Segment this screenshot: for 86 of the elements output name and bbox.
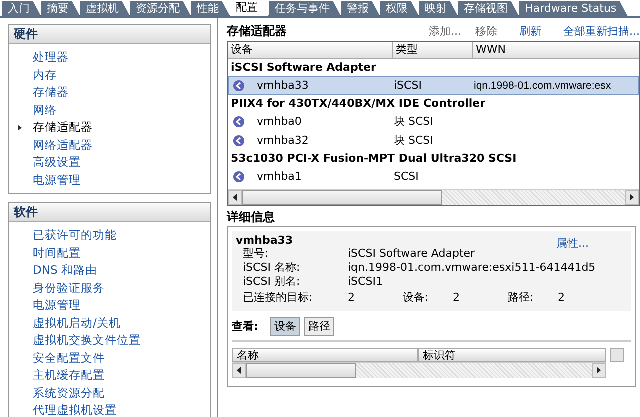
sidebar-item[interactable]: 身份验证服务 [33,280,210,297]
sidebar-item[interactable]: 网络 [33,102,210,119]
sidebar-item[interactable]: 处理器 [33,49,210,66]
sidebar-item[interactable]: 代理虚拟机设置 [33,402,210,417]
right-arrow-icon [630,194,634,201]
action-link[interactable]: 刷新 [520,24,542,38]
bullet-icon [18,125,22,131]
group-header: PIIX4 for 430TX/440BX/MX IDE Controller [230,96,487,112]
field-value: 2 [453,290,461,306]
panel-header: 软件 [9,203,210,222]
panel-header: 硬件 [9,25,210,44]
tab[interactable]: 虚拟机 [80,1,130,16]
table-cell-text: vmhba1 [257,170,303,183]
column-header[interactable]: 类型 [393,42,473,58]
field-value: iSCSI Software Adapter [348,247,476,261]
table-cell-text: 块 SCSI [394,133,434,148]
view-button[interactable]: 设备 [270,317,300,336]
properties-link[interactable]: 属性... [556,236,589,251]
table-row[interactable]: vmhba33 iSCSI iqn.1998-01.com.vmware:esx [228,76,639,95]
left-arrow-icon [237,367,241,374]
vertical-scrollbar[interactable] [610,348,624,362]
sidebar-item[interactable]: 系统资源分配 [33,384,210,402]
field-value: iqn.1998-01.com.vmware:esxi511-641441d5 [348,261,596,275]
table-row[interactable]: vmhba32 块 SCSI [228,131,639,150]
adapter-icon [233,116,245,128]
sidebar-item[interactable]: 内存 [33,66,210,84]
sidebar-item[interactable]: 网络适配器 [33,136,210,154]
view-label: 查看: [232,319,258,334]
tab[interactable]: 资源分配 [130,1,191,16]
field-label: iSCSI 别名: [243,275,302,289]
tab[interactable]: 权限 [380,1,419,16]
table-cell-text: vmhba0 [257,115,303,128]
field-value: 2 [558,290,566,306]
sidebar-item[interactable]: 虚拟机启动/关机 [33,314,210,332]
left-arrow-icon [233,194,237,201]
field-value: 2 [348,290,356,306]
horizontal-scrollbar[interactable] [232,362,606,378]
sidebar-item[interactable]: 存储器 [33,84,210,102]
field-value: iSCSI1 [348,275,383,289]
section-title: 详细信息 [227,209,276,226]
column-header[interactable]: 标识符 [418,348,606,362]
field-label: 路径: [508,290,535,306]
action-link[interactable]: 全部重新扫描... [564,24,640,38]
right-arrow-icon [597,367,601,374]
sidebar-item[interactable]: DNS 和路由 [33,262,210,280]
sidebar-item[interactable]: 存储适配器 [33,119,210,136]
view-button[interactable]: 路径 [304,317,334,336]
table-cell-text: iSCSI [394,79,423,92]
tab[interactable]: 存储视图 [458,1,519,16]
table-cell-text: vmhba33 [257,79,310,92]
tab[interactable]: 性能 [191,1,230,16]
column-header[interactable]: 名称 [232,348,418,362]
group-header: 53c1030 PCI-X Fusion-MPT Dual Ultra320 SCSI [230,151,518,167]
adapter-icon [233,80,245,92]
adapter-icon [233,134,245,146]
adapter-icon [233,170,245,182]
table-cell-text: iqn.1998-01.com.vmware:esx [474,80,612,92]
sidebar-item[interactable]: 虚拟机交换文件位置 [33,332,210,350]
tab[interactable]: 摘要 [41,1,80,16]
sidebar-item[interactable]: 安全配置文件 [33,350,210,367]
adapter-name: vmhba33 [236,234,294,247]
tab[interactable]: 映射 [419,1,458,16]
sidebar-item[interactable]: 已获许可的功能 [33,227,210,244]
sidebar-item[interactable]: 高级设置 [33,154,210,172]
tab[interactable]: Hardware Status [519,1,628,16]
horizontal-scrollbar[interactable] [228,189,639,205]
table-cell-text: SCSI [394,170,420,183]
sidebar-item[interactable]: 主机缓存配置 [33,367,210,384]
sidebar-item[interactable]: 时间配置 [33,244,210,262]
field-label: 设备: [403,290,430,306]
column-header[interactable]: 设备 [228,42,393,58]
table-cell-text: 块 SCSI [394,114,434,129]
group-header: iSCSI Software Adapter [230,60,378,76]
table-row[interactable]: vmhba1 SCSI [228,167,639,186]
sidebar-item[interactable]: 电源管理 [33,172,210,189]
field-label: 型号: [243,247,270,261]
tab[interactable]: 警报 [341,1,380,16]
table-cell-text: vmhba32 [257,134,310,147]
table-row[interactable]: vmhba0 块 SCSI [228,112,639,131]
column-header[interactable]: WWN [473,42,639,58]
sidebar-item[interactable]: 电源管理 [33,297,210,314]
field-label: iSCSI 名称: [243,261,302,275]
tab[interactable]: 任务与事件 [269,1,341,16]
tab[interactable]: 入门 [2,1,41,16]
section-title: 存储适配器 [227,22,288,40]
field-label: 已连接的目标: [243,290,314,306]
